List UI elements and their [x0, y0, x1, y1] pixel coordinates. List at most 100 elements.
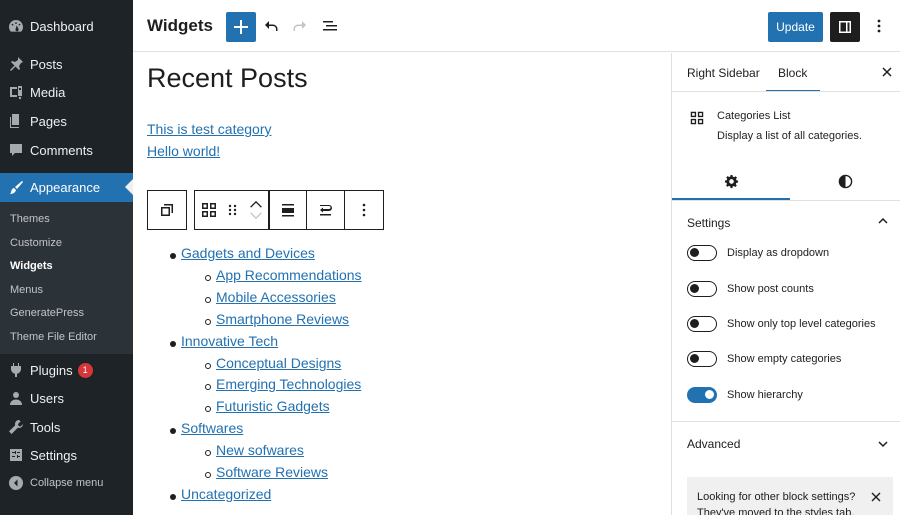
categories-grid-icon [690, 111, 704, 125]
tab-settings[interactable] [672, 163, 790, 199]
block-toolbar [147, 190, 384, 230]
recent-post-link[interactable]: Hello world! [147, 143, 220, 159]
category-link[interactable]: Uncategorized [181, 486, 271, 502]
toggle-switch[interactable] [687, 387, 717, 403]
divider [672, 91, 900, 92]
menu-item-media[interactable]: Media [0, 78, 133, 106]
widget-heading[interactable]: Recent Posts [147, 63, 308, 94]
category-link[interactable]: Mobile Accessories [216, 289, 336, 305]
tab-styles[interactable] [790, 163, 900, 199]
category-link[interactable]: App Recommendations [216, 267, 362, 283]
menu-item-plugins[interactable]: Plugins 1 [0, 356, 133, 384]
media-icon [8, 84, 24, 100]
align-button[interactable] [269, 191, 307, 229]
toggle-label: Show post counts [727, 283, 814, 295]
bullet [205, 406, 211, 412]
menu-item-users[interactable]: Users [0, 384, 133, 412]
contrast-icon [838, 174, 853, 188]
chevron-down-icon[interactable] [877, 438, 889, 450]
block-options-button[interactable] [345, 191, 383, 229]
divider [672, 200, 900, 201]
update-button[interactable]: Update [768, 12, 823, 42]
submenu-theme-file-editor[interactable]: Theme File Editor [10, 329, 97, 345]
menu-item-pages[interactable]: Pages [0, 107, 133, 135]
close-icon[interactable] [870, 491, 882, 503]
gear-icon [724, 174, 738, 188]
toggle-label: Display as dropdown [727, 247, 830, 259]
list-view-button[interactable] [319, 15, 341, 37]
bullet [205, 297, 211, 303]
collapse-menu-button[interactable]: Collapse menu [0, 469, 133, 497]
toggle-switch[interactable] [687, 351, 717, 367]
menu-item-appearance[interactable]: Appearance [0, 173, 133, 202]
category-link[interactable]: Software Reviews [216, 464, 328, 480]
category-link[interactable]: Softwares [181, 420, 243, 436]
appearance-submenu: Themes Customize Widgets Menus GenerateP… [0, 202, 133, 354]
toggle-label: Show only top level categories [727, 318, 876, 330]
editor-header: Widgets Update [133, 0, 900, 52]
toggle-switch[interactable] [687, 281, 717, 297]
advanced-panel-title[interactable]: Advanced [687, 437, 740, 451]
drag-handle[interactable] [223, 191, 243, 229]
drag-icon [228, 204, 237, 216]
redo-button [289, 15, 311, 37]
tab-right-sidebar[interactable]: Right Sidebar [687, 66, 760, 80]
block-type-button[interactable] [195, 191, 223, 229]
close-icon[interactable] [880, 65, 894, 79]
bullet [205, 472, 211, 478]
menu-item-comments[interactable]: Comments [0, 136, 133, 164]
recent-post-link[interactable]: This is test category [147, 121, 272, 137]
toggle-show-top-level-only[interactable]: Show only top level categories [687, 315, 897, 333]
menu-label: Dashboard [30, 18, 94, 34]
submenu-widgets[interactable]: Widgets [10, 258, 53, 274]
parent-block-icon [161, 204, 173, 216]
undo-button[interactable] [260, 15, 282, 37]
category-link[interactable]: New sofwares [216, 442, 304, 458]
settings-sidebar-toggle[interactable] [830, 12, 860, 42]
toggle-switch[interactable] [687, 245, 717, 261]
submenu-menus[interactable]: Menus [10, 282, 43, 298]
category-link[interactable]: Futuristic Gadgets [216, 398, 330, 414]
editor-canvas[interactable]: Recent Posts This is test category Hello… [133, 53, 671, 515]
collapse-label: Collapse menu [30, 477, 104, 489]
category-link[interactable]: Emerging Technologies [216, 376, 361, 392]
bullet [170, 428, 176, 434]
toggle-show-empty-categories[interactable]: Show empty categories [687, 350, 897, 368]
menu-item-posts[interactable]: Posts [0, 50, 133, 78]
block-mover[interactable] [243, 191, 269, 229]
transform-button[interactable] [307, 191, 345, 229]
chevron-up-icon[interactable] [877, 215, 889, 227]
block-controls-group [194, 190, 384, 230]
categories-grid-icon [202, 203, 216, 217]
menu-label: Media [30, 84, 66, 100]
more-options-button[interactable] [868, 15, 890, 37]
notice-text: Looking for other block settings? They'v… [697, 491, 856, 515]
divider [672, 421, 900, 422]
submenu-customize[interactable]: Customize [10, 235, 62, 251]
toggle-display-as-dropdown[interactable]: Display as dropdown [687, 244, 897, 262]
category-link[interactable]: Conceptual Designs [216, 355, 341, 371]
toggle-switch[interactable] [687, 316, 717, 332]
page-icon [8, 113, 24, 129]
wrench-icon [8, 419, 24, 435]
toggle-show-post-counts[interactable]: Show post counts [687, 280, 897, 298]
settings-panel-title[interactable]: Settings [687, 216, 730, 230]
submenu-generatepress[interactable]: GeneratePress [10, 305, 84, 321]
submenu-themes[interactable]: Themes [10, 211, 50, 227]
menu-item-dashboard[interactable]: Dashboard [0, 12, 133, 40]
collapse-icon [8, 475, 24, 491]
block-inserter-button[interactable] [226, 12, 256, 42]
toggle-show-hierarchy[interactable]: Show hierarchy [687, 386, 897, 404]
bullet [170, 253, 176, 259]
settings-sidebar: Right Sidebar Block Categories List Disp… [671, 53, 900, 515]
category-link[interactable]: Smartphone Reviews [216, 311, 349, 327]
category-link[interactable]: Gadgets and Devices [181, 245, 315, 261]
undo-icon [265, 21, 278, 31]
tab-block[interactable]: Block [778, 66, 807, 80]
menu-item-settings[interactable]: Settings [0, 441, 133, 469]
category-link[interactable]: Innovative Tech [181, 333, 278, 349]
select-parent-button[interactable] [148, 191, 186, 229]
menu-item-tools[interactable]: Tools [0, 413, 133, 441]
chevron-up-icon[interactable] [247, 200, 265, 209]
plugin-update-badge: 1 [77, 362, 93, 378]
